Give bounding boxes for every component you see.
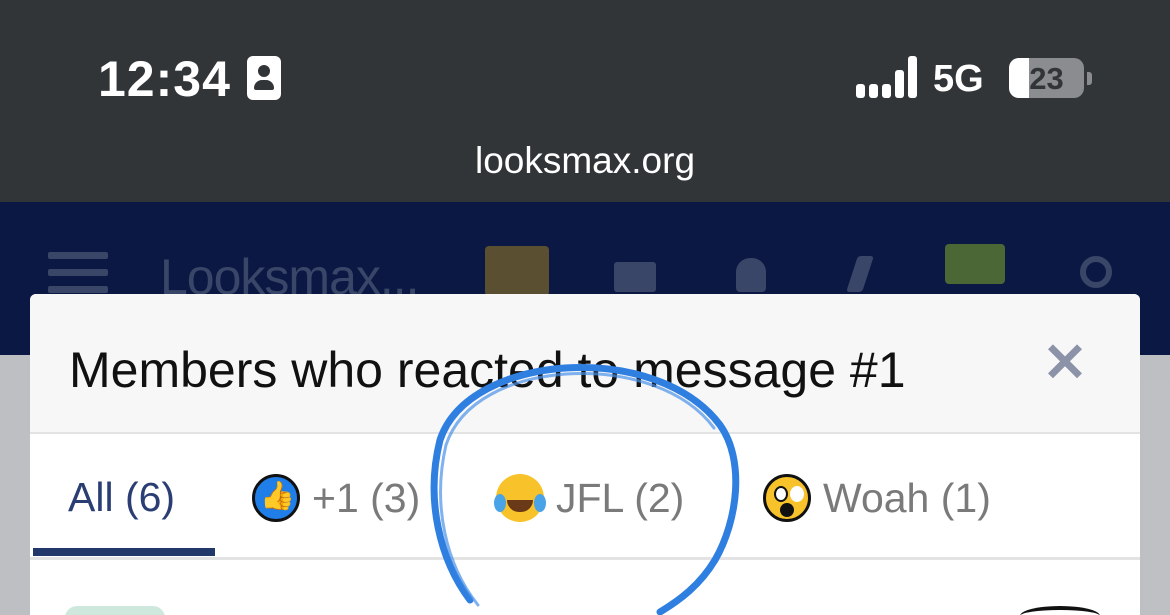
battery-level: 23	[1029, 61, 1064, 96]
network-type: 5G	[933, 58, 984, 100]
reactions-modal: Members who reacted to message #1 ✕ All …	[30, 294, 1140, 615]
signal-strength-icon	[856, 56, 917, 98]
tab-jfl[interactable]: JFL (2)	[494, 474, 685, 522]
member-avatar[interactable]	[65, 606, 165, 615]
tab-woah-label: Woah (1)	[823, 474, 991, 521]
thumbs-up-icon	[252, 474, 300, 522]
battery-icon: 23	[1009, 58, 1084, 98]
tab-plus-one-label: +1 (3)	[312, 474, 421, 521]
modal-title: Members who reacted to message #1	[69, 342, 906, 398]
astonished-face-icon	[763, 474, 811, 522]
contact-card-icon	[247, 56, 281, 100]
status-time: 12:34	[98, 51, 231, 107]
reaction-tabs: All (6) +1 (3) JFL (2) Woah (1)	[30, 434, 1140, 560]
battery-tip	[1087, 72, 1092, 85]
address-bar-url[interactable]: looksmax.org	[0, 140, 1170, 182]
tab-plus-one[interactable]: +1 (3)	[252, 474, 420, 522]
tab-woah[interactable]: Woah (1)	[763, 474, 991, 522]
close-icon[interactable]: ✕	[1040, 336, 1090, 390]
modal-header: Members who reacted to message #1 ✕	[30, 294, 1140, 434]
follow-button[interactable]	[1020, 606, 1100, 615]
active-tab-indicator	[33, 548, 215, 556]
tab-all-label: All (6)	[68, 474, 176, 520]
tab-jfl-label: JFL (2)	[556, 474, 685, 521]
tab-all[interactable]: All (6)	[68, 474, 175, 521]
status-bar: 12:34 5G 23 looksmax.org	[0, 0, 1170, 202]
crying-laughing-icon	[494, 474, 544, 522]
